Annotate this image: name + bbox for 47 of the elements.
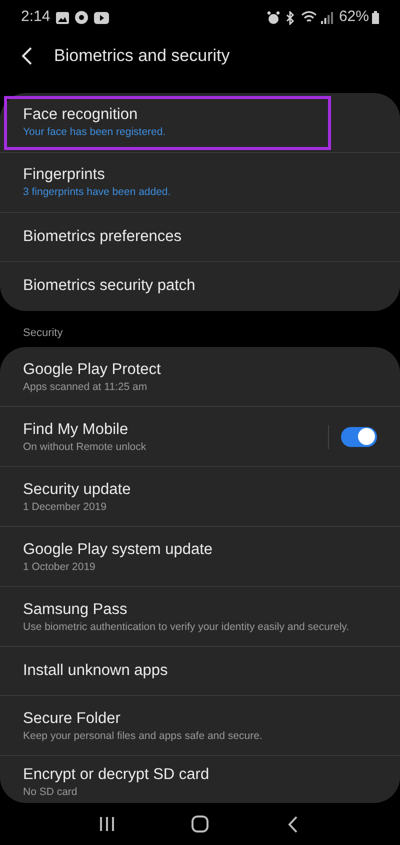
settings-item[interactable]: Encrypt or decrypt SD card No SD card xyxy=(0,756,400,804)
settings-item[interactable]: Find My Mobile On without Remote unlock xyxy=(0,407,400,468)
gallery-icon xyxy=(56,12,70,24)
page-title: Biometrics and security xyxy=(54,45,230,68)
wifi-icon xyxy=(300,11,317,24)
settings-item[interactable]: Fingerprints 3 fingerprints have been added. xyxy=(0,152,400,213)
item-subtitle: 1 December 2019 xyxy=(23,500,108,514)
toggle-switch[interactable] xyxy=(341,426,377,447)
item-title: Samsung Pass xyxy=(23,600,128,620)
bluetooth-icon xyxy=(286,10,295,25)
settings-item[interactable]: Google Play system update 1 October 2019 xyxy=(0,527,400,588)
play-icon xyxy=(94,12,110,24)
status-time: 2:14 xyxy=(21,7,50,28)
item-title: Security update xyxy=(23,480,132,500)
item-subtitle: 1 October 2019 xyxy=(23,560,96,574)
item-title: Encrypt or decrypt SD card xyxy=(23,765,210,786)
settings-item[interactable]: Secure Folder Keep your personal files and apps safe and secure. xyxy=(0,696,400,756)
item-title: Face recognition xyxy=(23,105,139,126)
item-subtitle: No SD card xyxy=(23,785,78,800)
alarm-icon xyxy=(266,10,280,25)
item-title: Find My Mobile xyxy=(23,420,130,440)
item-title: Google Play Protect xyxy=(23,360,162,380)
settings-item[interactable]: Samsung Pass Use biometric authentication to verify your identity easily and securely. xyxy=(0,587,400,648)
settings-item[interactable]: Install unknown apps xyxy=(0,647,400,696)
item-title: Biometrics preferences xyxy=(23,226,183,247)
signal-icon xyxy=(320,12,333,24)
settings-item[interactable]: Security update 1 December 2019 xyxy=(0,467,400,528)
item-subtitle: 3 fingerprints have been added. xyxy=(23,185,172,200)
settings-item[interactable]: Biometrics preferences xyxy=(0,212,400,262)
item-title: Biometrics security patch xyxy=(23,276,196,296)
record-icon xyxy=(75,11,88,24)
item-title: Secure Folder xyxy=(23,708,122,729)
item-subtitle: Apps scanned at 11:25 am xyxy=(23,380,148,394)
battery-percentage: 62% xyxy=(338,7,369,28)
settings-item[interactable]: Google Play Protect Apps scanned at 11:25 am xyxy=(0,347,400,408)
item-subtitle: Your face has been registered. xyxy=(23,125,167,140)
item-subtitle: Keep your personal files and apps safe and secure. xyxy=(23,728,264,743)
home-button[interactable] xyxy=(190,814,210,834)
item-title: Install unknown apps xyxy=(23,661,169,682)
item-title: Google Play system update xyxy=(23,540,214,560)
section-header: Security xyxy=(22,326,64,341)
settings-item[interactable]: Face recognition Your face has been registered. xyxy=(0,92,400,153)
item-subtitle: On without Remote unlock xyxy=(23,440,148,454)
item-title: Fingerprints xyxy=(23,165,106,186)
battery-icon xyxy=(372,11,379,24)
settings-item[interactable]: Biometrics security patch xyxy=(0,262,400,311)
item-subtitle: Use biometric authentication to verify your identity easily and securely. xyxy=(23,620,350,634)
